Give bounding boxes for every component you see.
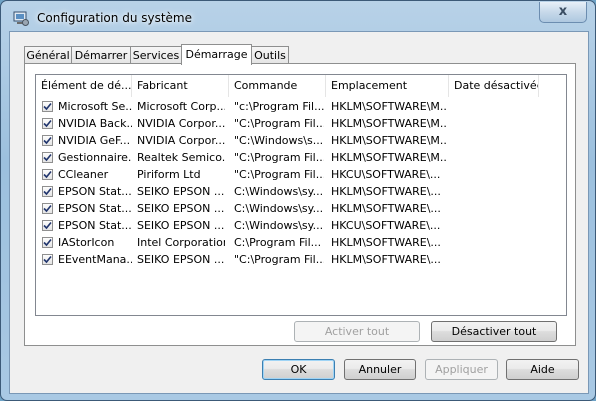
table-cell: HKLM\SOFTWARE\... bbox=[331, 202, 441, 215]
enable-all-button[interactable]: Activer tout bbox=[294, 321, 420, 342]
table-cell bbox=[454, 149, 534, 166]
system-config-icon bbox=[13, 10, 29, 26]
table-row[interactable]: EPSON Stat... SEIKO EPSON ... C:\Windows\s… bbox=[36, 200, 566, 217]
table-cell bbox=[454, 98, 534, 115]
table-row[interactable]: NVIDIA GeF... NVIDIA Corpor... "C:\Windows… bbox=[36, 132, 566, 149]
table-cell bbox=[454, 251, 534, 268]
table-row[interactable]: EEventMana... SEIKO EPSON ... "C:\Program … bbox=[36, 251, 566, 268]
checkmark-icon[interactable] bbox=[42, 101, 53, 112]
table-cell: Microsoft Se... bbox=[58, 100, 132, 113]
table-cell: C:\Windows\sy... bbox=[234, 202, 324, 215]
table-cell bbox=[454, 132, 534, 149]
table-cell: HKLM\SOFTWARE\M... bbox=[331, 100, 447, 113]
table-cell bbox=[454, 217, 534, 234]
ok-button[interactable]: OK bbox=[262, 359, 335, 380]
column-header-location[interactable]: Emplacement bbox=[326, 75, 449, 97]
tab-services[interactable]: Services bbox=[130, 46, 182, 64]
column-header-manufacturer[interactable]: Fabricant bbox=[132, 75, 229, 97]
table-row[interactable]: CCleaner Piriform Ltd "C:\Program Fil... HK… bbox=[36, 166, 566, 183]
table-cell bbox=[454, 183, 534, 200]
checkmark-icon[interactable] bbox=[42, 169, 53, 180]
table-cell: Intel Corporation bbox=[137, 236, 225, 249]
system-configuration-window: Configuration du système x Général Démar… bbox=[0, 0, 596, 401]
column-header-item[interactable]: Élément de dé... bbox=[36, 75, 132, 97]
checkmark-icon[interactable] bbox=[42, 254, 53, 265]
table-cell: Realtek Semico... bbox=[137, 151, 225, 164]
table-cell: SEIKO EPSON ... bbox=[137, 219, 225, 232]
startup-items-list[interactable]: Élément de dé... Fabricant Commande Empl… bbox=[35, 74, 567, 316]
table-cell: CCleaner bbox=[58, 168, 109, 181]
table-row[interactable]: EPSON Stat... SEIKO EPSON ... C:\Windows\s… bbox=[36, 183, 566, 200]
table-cell: SEIKO EPSON ... bbox=[137, 185, 225, 198]
checkmark-icon[interactable] bbox=[42, 118, 53, 129]
table-cell: Piriform Ltd bbox=[137, 168, 201, 181]
tab-demarrer[interactable]: Démarrer bbox=[71, 46, 131, 64]
checkmark-icon[interactable] bbox=[42, 152, 53, 163]
table-cell: C:\Program Fil... bbox=[234, 236, 322, 249]
close-button[interactable]: x bbox=[539, 2, 587, 23]
table-cell: "C:\Program Fil... bbox=[234, 253, 324, 266]
table-cell: HKLM\SOFTWARE\M... bbox=[331, 117, 447, 130]
table-row[interactable]: Microsoft Se... Microsoft Corp... "c:\Prog… bbox=[36, 98, 566, 115]
table-cell: "C:\Program Fil... bbox=[234, 151, 324, 164]
table-cell: NVIDIA Corpor... bbox=[137, 117, 225, 130]
table-cell: "C:\Program Fil... bbox=[234, 117, 324, 130]
dialog-client-area: Général Démarrer Services Démarrage Outi… bbox=[9, 31, 589, 394]
window-title: Configuration du système bbox=[37, 11, 192, 25]
table-cell: NVIDIA Back... bbox=[58, 117, 132, 130]
table-row[interactable]: IAStorIcon Intel Corporation C:\Program Fi… bbox=[36, 234, 566, 251]
checkmark-icon[interactable] bbox=[42, 135, 53, 146]
table-cell: IAStorIcon bbox=[58, 236, 115, 249]
startup-tab-panel: Élément de dé... Fabricant Commande Empl… bbox=[24, 63, 576, 346]
table-cell: NVIDIA Corpor... bbox=[137, 134, 225, 147]
table-cell bbox=[454, 115, 534, 132]
table-cell: "C:\Windows\s... bbox=[234, 134, 324, 147]
table-cell bbox=[454, 234, 534, 251]
tab-general[interactable]: Général bbox=[24, 46, 72, 64]
table-cell: HKCU\SOFTWARE\... bbox=[331, 168, 441, 181]
table-cell: NVIDIA GeF... bbox=[58, 134, 131, 147]
table-cell bbox=[454, 200, 534, 217]
help-button[interactable]: Aide bbox=[506, 359, 579, 380]
table-row[interactable]: NVIDIA Back... NVIDIA Corpor... "C:\Progra… bbox=[36, 115, 566, 132]
table-cell: EEventMana... bbox=[58, 253, 132, 266]
checkmark-icon[interactable] bbox=[42, 220, 53, 231]
title-bar[interactable]: Configuration du système x bbox=[1, 1, 595, 35]
column-header-date-disabled[interactable]: Date désactivée bbox=[449, 75, 539, 97]
table-cell: "c:\Program Fil... bbox=[234, 100, 324, 113]
table-cell: Gestionnaire... bbox=[58, 151, 132, 164]
table-cell: HKLM\SOFTWARE\... bbox=[331, 185, 441, 198]
checkmark-icon[interactable] bbox=[42, 237, 53, 248]
table-cell: HKLM\SOFTWARE\... bbox=[331, 253, 441, 266]
table-cell: C:\Windows\sy... bbox=[234, 185, 324, 198]
close-icon: x bbox=[558, 4, 568, 19]
table-cell: Microsoft Corp... bbox=[137, 100, 225, 113]
column-header-command[interactable]: Commande bbox=[229, 75, 326, 97]
table-cell: SEIKO EPSON ... bbox=[137, 202, 225, 215]
table-cell bbox=[454, 166, 534, 183]
tab-demarrage[interactable]: Démarrage bbox=[181, 44, 252, 65]
apply-button[interactable]: Appliquer bbox=[425, 359, 498, 380]
checkmark-icon[interactable] bbox=[42, 203, 53, 214]
table-cell: EPSON Stat... bbox=[58, 185, 132, 198]
table-cell: SEIKO EPSON ... bbox=[137, 253, 225, 266]
table-cell: HKLM\SOFTWARE\M... bbox=[331, 151, 447, 164]
table-cell: HKCU\SOFTWARE\... bbox=[331, 219, 441, 232]
table-cell: HKLM\SOFTWARE\... bbox=[331, 236, 441, 249]
checkmark-icon[interactable] bbox=[42, 186, 53, 197]
table-row[interactable]: EPSON Stat... SEIKO EPSON ... C:\Windows\s… bbox=[36, 217, 566, 234]
table-cell: C:\Windows\sy... bbox=[234, 219, 324, 232]
tab-outils[interactable]: Outils bbox=[251, 46, 289, 64]
disable-all-button[interactable]: Désactiver tout bbox=[431, 321, 557, 342]
table-cell: "C:\Program Fil... bbox=[234, 168, 324, 181]
table-cell: EPSON Stat... bbox=[58, 219, 132, 232]
table-cell: HKLM\SOFTWARE\M... bbox=[331, 134, 447, 147]
list-header: Élément de dé... Fabricant Commande Empl… bbox=[36, 75, 566, 97]
table-row[interactable]: Gestionnaire... Realtek Semico... "C:\Prog… bbox=[36, 149, 566, 166]
table-cell: EPSON Stat... bbox=[58, 202, 132, 215]
cancel-button[interactable]: Annuler bbox=[344, 359, 416, 380]
